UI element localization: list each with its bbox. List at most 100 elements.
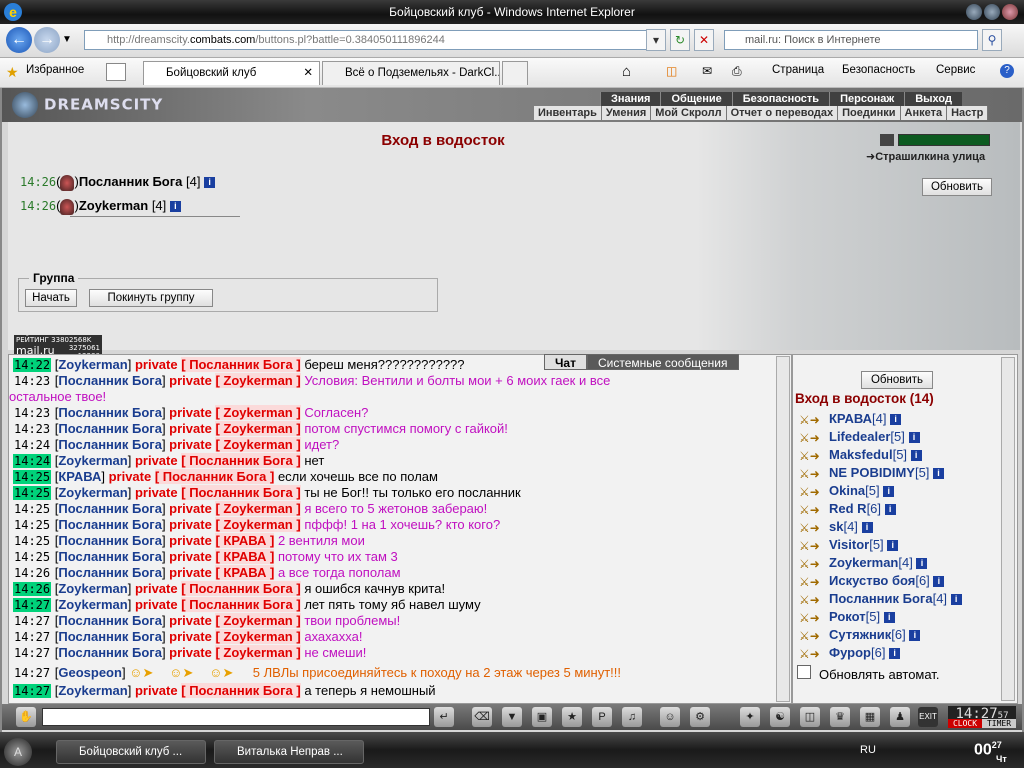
chat-nick[interactable]: Zoykerman bbox=[58, 485, 127, 500]
attack-icon[interactable]: ⚔➜ bbox=[799, 575, 820, 589]
chat-nick[interactable]: Посланник Бога bbox=[58, 437, 162, 452]
player-name[interactable]: NE POBIDIMY bbox=[829, 465, 915, 480]
start-button[interactable]: A bbox=[4, 738, 32, 766]
forward-button[interactable]: → bbox=[34, 27, 60, 53]
home-icon[interactable]: ⌂ bbox=[622, 63, 631, 80]
submenu-transfers[interactable]: Отчет о переводах bbox=[727, 106, 839, 120]
player-name[interactable]: Maksfedul bbox=[829, 447, 893, 462]
chat-target[interactable]: [ Zoykerman ] bbox=[215, 421, 301, 436]
taskbar-item-ie[interactable]: Бойцовский клуб ... bbox=[56, 740, 206, 764]
page-menu[interactable]: Страница bbox=[772, 64, 824, 76]
info-icon[interactable]: i bbox=[933, 468, 945, 480]
submenu-profile[interactable]: Анкета bbox=[901, 106, 948, 120]
fighter-icon[interactable]: ★ bbox=[562, 707, 582, 727]
submenu-inventory[interactable]: Инвентарь bbox=[534, 106, 602, 120]
submenu-battles[interactable]: Поединки bbox=[838, 106, 901, 120]
player-name[interactable]: Visitor bbox=[829, 537, 869, 552]
chat-nick[interactable]: Geospeon bbox=[58, 665, 122, 680]
submenu-skills[interactable]: Умения bbox=[602, 106, 652, 120]
submenu-settings[interactable]: Настр bbox=[947, 106, 989, 120]
tab-system-messages[interactable]: Системные сообщения bbox=[586, 354, 739, 370]
chat-nick[interactable]: Zoykerman bbox=[58, 453, 127, 468]
menu-knowledge[interactable]: Знания bbox=[600, 92, 661, 106]
chat-scrollbar[interactable] bbox=[776, 356, 790, 702]
player-name[interactable]: Рокот bbox=[829, 609, 866, 624]
attack-icon[interactable]: ⚔➜ bbox=[799, 413, 820, 427]
close-tab-icon[interactable]: ✕ bbox=[303, 62, 313, 84]
chat-target[interactable]: [ Посланник Бога ] bbox=[181, 597, 301, 612]
search-input[interactable]: mail.ru: Поиск в Интернете bbox=[724, 30, 978, 50]
history-dropdown-icon[interactable]: ▼ bbox=[62, 34, 72, 45]
chat-nick[interactable]: КРАВА bbox=[58, 469, 101, 484]
search-icon[interactable]: ⚲ bbox=[982, 29, 1002, 51]
chat-nick[interactable]: Zoykerman bbox=[58, 683, 127, 698]
room-player-item[interactable]: Искуство боя[6] i bbox=[829, 573, 945, 588]
chat-nick[interactable]: Посланник Бога bbox=[58, 613, 162, 628]
room-player-item[interactable]: NE POBIDIMY[5] i bbox=[829, 465, 945, 480]
room-player-item[interactable]: Maksfedul[5] i bbox=[829, 447, 922, 462]
submenu-scroll[interactable]: Мой Скролл bbox=[651, 106, 727, 120]
eraser-icon[interactable]: ⌫ bbox=[472, 707, 492, 727]
chat-nick[interactable]: Посланник Бога bbox=[58, 533, 162, 548]
info-icon[interactable]: i bbox=[883, 612, 895, 624]
chat-target[interactable]: [ Zoykerman ] bbox=[215, 405, 301, 420]
chat-target[interactable]: [ КРАВА ] bbox=[215, 549, 275, 564]
inventory-icon[interactable]: ▦ bbox=[860, 707, 880, 727]
new-tab-button[interactable] bbox=[502, 61, 528, 85]
menu-exit[interactable]: Выход bbox=[904, 92, 962, 106]
attack-icon[interactable]: ⚔➜ bbox=[799, 539, 820, 553]
chat-nick[interactable]: Zoykerman bbox=[58, 357, 127, 372]
info-icon[interactable]: i bbox=[889, 648, 901, 660]
attack-icon[interactable]: ⚔➜ bbox=[799, 503, 820, 517]
room-player-item[interactable]: Zoykerman[4] i bbox=[829, 555, 928, 570]
refresh-room-button[interactable]: Обновить bbox=[922, 178, 992, 196]
magic-icon[interactable]: ✦ bbox=[740, 707, 760, 727]
player-name[interactable]: Сутяжник bbox=[829, 627, 891, 642]
refresh-icon[interactable]: ↻ bbox=[670, 29, 690, 51]
info-icon[interactable]: i bbox=[169, 201, 181, 213]
chat-nick[interactable]: Посланник Бога bbox=[58, 517, 162, 532]
exit-icon[interactable]: EXIT bbox=[918, 707, 938, 727]
print-icon[interactable]: ⎙ bbox=[732, 64, 742, 79]
taskbar-item-opera[interactable]: Виталька Неправ ... bbox=[214, 740, 364, 764]
refresh-list-button[interactable]: Обновить bbox=[861, 371, 933, 389]
timer-label[interactable]: TIMER bbox=[982, 719, 1016, 728]
player-name[interactable]: КРАВА bbox=[829, 411, 872, 426]
chat-target[interactable]: [ Посланник Бога ] bbox=[181, 581, 301, 596]
player-name[interactable]: Искуство боя bbox=[829, 573, 915, 588]
player-name[interactable]: Okina bbox=[829, 483, 865, 498]
tab-chat[interactable]: Чат bbox=[544, 354, 587, 370]
start-button[interactable]: Начать bbox=[25, 289, 77, 307]
auto-refresh-checkbox[interactable] bbox=[797, 665, 811, 679]
chat-target[interactable]: [ Посланник Бога ] bbox=[181, 683, 301, 698]
mute-icon[interactable]: ♫ bbox=[622, 707, 642, 727]
minimize-button[interactable] bbox=[966, 4, 982, 20]
chat-target[interactable]: [ Посланник Бога ] bbox=[181, 485, 301, 500]
helmet-icon[interactable]: ♛ bbox=[830, 707, 850, 727]
help-icon[interactable]: ? bbox=[1000, 64, 1014, 78]
tab-darkclan[interactable]: Всё о Подземельях - DarkCl... bbox=[322, 61, 500, 85]
room-player-item[interactable]: Visitor[5] i bbox=[829, 537, 899, 552]
chat-target[interactable]: [ Посланник Бога ] bbox=[181, 453, 301, 468]
close-button[interactable] bbox=[1002, 4, 1018, 20]
chat-target[interactable]: [ Zoykerman ] bbox=[215, 437, 301, 452]
maximize-button[interactable] bbox=[984, 4, 1000, 20]
chat-target[interactable]: [ Посланник Бога ] bbox=[154, 469, 275, 484]
room-player-item[interactable]: Okina[5] i bbox=[829, 483, 895, 498]
info-icon[interactable]: i bbox=[887, 540, 899, 552]
security-menu[interactable]: Безопасность bbox=[842, 64, 915, 76]
address-dropdown-icon[interactable]: ▾ bbox=[646, 29, 666, 51]
chat-nick[interactable]: Посланник Бога bbox=[58, 549, 162, 564]
chat-nick[interactable]: Посланник Бога bbox=[58, 565, 162, 580]
private-icon[interactable]: P bbox=[592, 707, 612, 727]
attack-icon[interactable]: ⚔➜ bbox=[799, 629, 820, 643]
back-button[interactable]: ← bbox=[6, 27, 32, 53]
leave-group-button[interactable]: Покинуть группу bbox=[89, 289, 213, 307]
chat-target[interactable]: [ Zoykerman ] bbox=[215, 373, 301, 388]
friends-icon[interactable]: ♟ bbox=[890, 707, 910, 727]
player-name[interactable]: Фурор bbox=[829, 645, 871, 660]
stop-icon[interactable]: ✕ bbox=[694, 29, 714, 51]
chat-target[interactable]: [ Zoykerman ] bbox=[215, 613, 301, 628]
room-player-item[interactable]: Сутяжник[6] i bbox=[829, 627, 921, 642]
info-icon[interactable]: i bbox=[204, 177, 216, 189]
